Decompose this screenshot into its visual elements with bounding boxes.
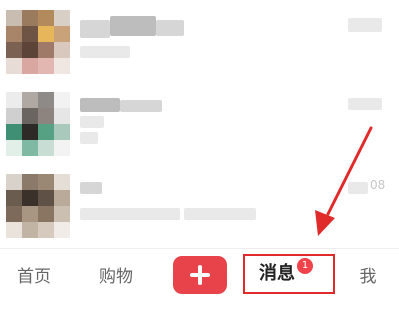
message-preview — [184, 208, 256, 220]
sender-name — [156, 20, 184, 36]
tab-me[interactable]: 我 — [348, 259, 388, 295]
message-preview — [80, 132, 98, 144]
timestamp — [348, 18, 382, 32]
plus-icon — [190, 265, 210, 285]
message-preview — [80, 208, 180, 220]
avatar — [6, 92, 70, 156]
sender-name — [80, 20, 110, 38]
timestamp — [348, 98, 382, 110]
tab-home[interactable]: 首页 — [6, 259, 62, 295]
sender-name — [80, 182, 102, 194]
avatar — [6, 174, 70, 238]
timestamp — [348, 182, 368, 194]
list-item[interactable] — [0, 82, 399, 162]
tab-shopping[interactable]: 购物 — [88, 259, 144, 295]
tab-messages[interactable]: 消息 1 — [243, 254, 335, 294]
sender-name — [80, 98, 120, 112]
list-item[interactable]: 08 — [0, 164, 399, 244]
tab-messages-label: 消息 — [259, 263, 295, 284]
bottom-tab-bar: 首页 购物 消息 1 我 — [0, 248, 399, 316]
unread-badge: 1 — [297, 258, 313, 274]
timestamp-fragment: 08 — [370, 178, 386, 192]
message-preview — [80, 116, 104, 128]
avatar — [6, 10, 70, 74]
message-preview — [80, 46, 130, 58]
list-item[interactable] — [0, 0, 399, 80]
post-button[interactable] — [173, 256, 227, 294]
sender-name — [120, 100, 162, 112]
message-list: 08 — [0, 0, 399, 250]
sender-name — [110, 16, 156, 36]
